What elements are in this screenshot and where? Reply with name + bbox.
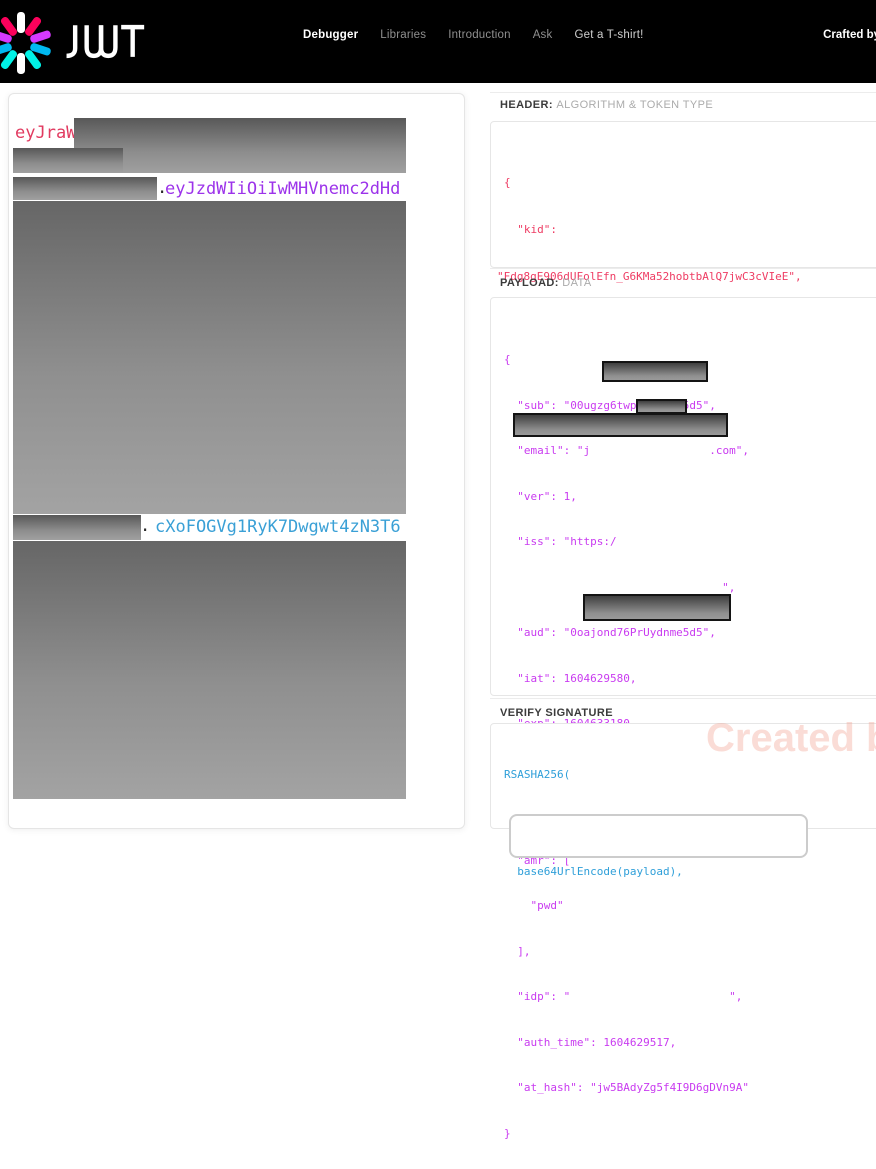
signature-code-line: RSASHA256( [504, 764, 876, 787]
header-label-strong: HEADER: [500, 99, 553, 111]
decoded-header-card: { "kid": "Fdg8gE906dUFolEfn_G6KMa52hobtb… [490, 121, 876, 268]
redaction-box [583, 594, 731, 621]
header-json-line: { [504, 172, 876, 193]
crafted-by-link[interactable]: Crafted by [823, 29, 876, 41]
payload-json-line: "at_hash": "jw5BAdyZg5f4I9D6gDVn9A" [504, 1078, 876, 1098]
redaction-box [636, 399, 687, 414]
payload-label-strong: PAYLOAD: [500, 277, 559, 289]
nav-item-tshirt[interactable]: Get a T-shirt! [574, 29, 643, 41]
top-navigation-bar: Debugger Libraries Introduction Ask Get … [0, 0, 876, 83]
payload-json-line: "aud": "0oajond76PrUydnme5d5", [504, 623, 876, 643]
nav-item-introduction[interactable]: Introduction [448, 29, 511, 41]
section-divider [490, 92, 876, 93]
encoded-token-input[interactable]: eyJraW . eyJzdWIiOiIwMHVnemc2dHd . cXoFO… [8, 93, 465, 829]
nav-item-libraries[interactable]: Libraries [380, 29, 426, 41]
jwt-pinwheel-icon [0, 8, 56, 78]
payload-json-line: ], [504, 942, 876, 962]
redaction-box [74, 118, 406, 173]
redaction-box [602, 361, 708, 382]
encoded-header-part: eyJraW [15, 123, 76, 143]
signature-code-line: base64UrlEncode(payload), [504, 861, 876, 884]
payload-json-line: "iss": "https:/ [504, 532, 876, 552]
encoded-signature-part: cXoFOGVg1RyK7Dwgwt4zN3T6 [155, 517, 401, 537]
jwt-logo-icon[interactable] [0, 8, 56, 83]
payload-label-sub: DATA [562, 277, 591, 289]
public-key-input[interactable] [509, 814, 808, 858]
payload-json-line: "ver": 1, [504, 487, 876, 507]
payload-section-label: PAYLOAD: DATA [500, 277, 592, 289]
jwt-logo-wordmark[interactable] [56, 23, 148, 65]
section-divider [490, 268, 876, 269]
payload-json-line: } [504, 1124, 876, 1144]
payload-json-line: "email": "j .com", [504, 441, 876, 461]
payload-json-line: "iat": 1604629580, [504, 669, 876, 689]
payload-json-line: "auth_time": 1604629517, [504, 1033, 876, 1053]
redaction-box [13, 201, 406, 514]
redaction-box [13, 177, 157, 200]
signature-label-strong: VERIFY SIGNATURE [500, 707, 613, 719]
redaction-box [513, 413, 728, 437]
redaction-box [13, 148, 123, 173]
verify-signature-card: RSASHA256( base64UrlEncode(header) + "."… [490, 723, 876, 829]
nav-item-ask[interactable]: Ask [533, 29, 553, 41]
token-separator-dot: . [140, 516, 150, 536]
section-divider [490, 698, 876, 699]
signature-section-label: VERIFY SIGNATURE [500, 707, 613, 719]
jwt-debugger-page: { "header_bar": { "logo_text": "JWT", "n… [0, 0, 876, 823]
encoded-payload-part: eyJzdWIiOiIwMHVnemc2dHd [165, 179, 400, 199]
main-nav: Debugger Libraries Introduction Ask Get … [303, 29, 644, 41]
redaction-box [13, 515, 141, 540]
nav-item-debugger[interactable]: Debugger [303, 29, 358, 41]
redaction-box [13, 541, 406, 799]
header-label-sub: ALGORITHM & TOKEN TYPE [556, 99, 713, 111]
header-section-label: HEADER: ALGORITHM & TOKEN TYPE [500, 99, 713, 111]
decoded-payload-card: { "sub": "00ugzg6twpkUv2C5i5d5", "email"… [490, 297, 876, 696]
payload-json-line: "idp": " ", [504, 987, 876, 1007]
header-json-line: "kid": [504, 219, 876, 240]
